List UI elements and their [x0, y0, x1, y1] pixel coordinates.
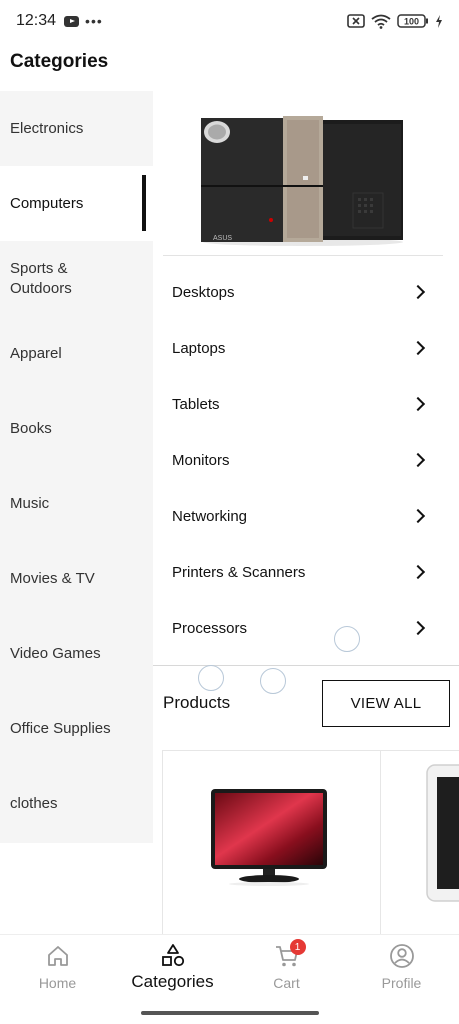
categories-icon — [161, 944, 184, 967]
sidebar-item-video-games[interactable]: Video Games — [0, 616, 153, 691]
view-all-button[interactable]: VIEW ALL — [322, 680, 450, 727]
sidebar-item-books[interactable]: Books — [0, 391, 153, 466]
subcategory-label: Printers & Scanners — [172, 563, 306, 581]
sidebar-item-label: Video Games — [10, 645, 101, 662]
touch-indicator — [198, 665, 224, 691]
nav-cart[interactable]: 1 Cart — [229, 939, 344, 1003]
page-title: Categories — [10, 51, 109, 72]
nav-label: Categories — [131, 972, 214, 991]
chevron-right-icon — [410, 340, 426, 356]
subcategory-label: Processors — [172, 619, 248, 637]
subcategory-label: Desktops — [172, 283, 235, 301]
nav-home[interactable]: Home — [0, 943, 115, 1003]
sidebar-item-sports-outdoors[interactable]: Sports & Outdoors — [0, 241, 153, 316]
sidebar-item-label: clothes — [10, 795, 58, 812]
monitor-product-image — [211, 789, 327, 886]
chevron-right-icon — [410, 452, 426, 468]
sidebar-item-clothes[interactable]: clothes — [0, 766, 153, 841]
category-sidebar: Electronics Computers Sports & Outdoors … — [0, 91, 153, 843]
sidebar-item-label: Music — [10, 495, 50, 512]
chevron-right-icon — [410, 396, 426, 412]
svg-text:ASUS: ASUS — [213, 235, 232, 242]
tablet-product-image — [426, 764, 459, 902]
gesture-bar[interactable] — [141, 1011, 319, 1015]
chevron-right-icon — [410, 620, 426, 636]
sidebar-item-music[interactable]: Music — [0, 466, 153, 541]
subcategory-label: Tablets — [172, 395, 220, 413]
sidebar-item-label: Office Supplies — [10, 720, 111, 737]
cart-icon-wrapper: 1 — [274, 939, 306, 969]
sidebar-item-label: Books — [10, 420, 52, 437]
sidebar-item-apparel[interactable]: Apparel — [0, 316, 153, 391]
more-notifications-icon: ••• — [85, 13, 103, 29]
subcategory-label: Monitors — [172, 451, 230, 469]
sidebar-item-label: Sports & Outdoors — [10, 259, 72, 297]
wifi-icon — [371, 14, 391, 29]
youtube-notification-icon — [64, 15, 80, 27]
category-hero-image: ASUS — [163, 100, 443, 256]
home-icon — [47, 946, 68, 966]
subcategory-monitors[interactable]: Monitors — [153, 432, 459, 488]
sidebar-item-label: Computers — [10, 195, 84, 212]
chevron-right-icon — [410, 564, 426, 580]
subcategory-desktops[interactable]: Desktops — [153, 264, 459, 320]
active-indicator — [142, 175, 146, 231]
sidebar-item-label: Movies & TV — [10, 570, 95, 587]
section-divider — [153, 665, 459, 666]
charging-icon — [436, 14, 442, 28]
status-bar: 12:34 ••• 100 — [0, 0, 459, 42]
nav-categories[interactable]: Categories — [115, 943, 230, 1003]
chevron-right-icon — [410, 508, 426, 524]
sidebar-item-label: Electronics — [10, 120, 84, 137]
subcategory-networking[interactable]: Networking — [153, 488, 459, 544]
products-section-title: Products — [163, 693, 231, 712]
nav-label: Cart — [273, 975, 300, 991]
status-time: 12:34 — [16, 12, 57, 29]
subcategory-printers-scanners[interactable]: Printers & Scanners — [153, 544, 459, 600]
battery-level: 100 — [404, 17, 419, 27]
subcategory-label: Networking — [172, 507, 248, 525]
sidebar-item-computers[interactable]: Computers — [0, 166, 153, 241]
subcategory-label: Laptops — [172, 339, 226, 357]
subcategory-processors[interactable]: Processors — [153, 600, 459, 656]
battery-icon: 100 — [397, 14, 428, 28]
chevron-right-icon — [410, 284, 426, 300]
touch-indicator — [260, 668, 286, 694]
nav-label: Profile — [381, 975, 422, 991]
sidebar-item-electronics[interactable]: Electronics — [0, 91, 153, 166]
product-card[interactable] — [162, 750, 381, 940]
product-card[interactable] — [380, 750, 459, 940]
sidebar-item-movies-tv[interactable]: Movies & TV — [0, 541, 153, 616]
sim-error-icon — [347, 14, 365, 28]
touch-indicator — [334, 626, 360, 652]
subcategory-laptops[interactable]: Laptops — [153, 320, 459, 376]
cart-count-badge: 1 — [289, 939, 306, 955]
nav-label: Home — [38, 975, 77, 991]
nav-profile[interactable]: Profile — [344, 943, 459, 1003]
desktop-tower-image: ASUS — [201, 115, 403, 246]
sidebar-item-label: Apparel — [10, 345, 62, 362]
profile-icon — [389, 944, 414, 968]
sidebar-item-office-supplies[interactable]: Office Supplies — [0, 691, 153, 766]
subcategory-tablets[interactable]: Tablets — [153, 376, 459, 432]
